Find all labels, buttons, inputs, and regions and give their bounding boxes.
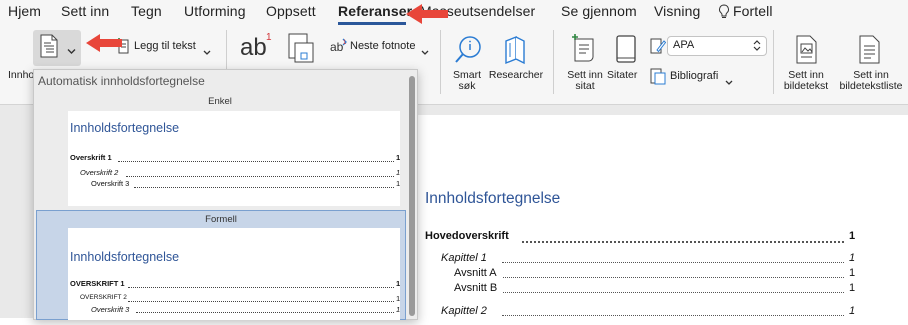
preview-line: OVERSKRIFT 2 — [80, 294, 127, 301]
toc-leader — [503, 292, 844, 293]
lightbulb-icon — [718, 4, 730, 25]
toc-page-number: 1 — [849, 267, 856, 279]
tab-view[interactable]: Visning — [654, 3, 700, 19]
ribbon-tab-bar: Hjem Sett inn Tegn Utforming Oppsett Ref… — [0, 0, 908, 26]
preview-page-number: 1 — [396, 279, 401, 288]
preview-leader — [118, 161, 394, 162]
toc-gallery-dropdown: Automatisk innholdsfortegnelse Enkel Inn… — [33, 69, 418, 320]
style-select[interactable]: APA — [667, 36, 767, 56]
preview-page-number: 1 — [396, 168, 401, 177]
ribbon-divider — [440, 30, 441, 94]
smart-search-label[interactable]: Smart søk — [450, 70, 484, 92]
gallery-scrollbar[interactable] — [408, 72, 416, 317]
toc-entry[interactable]: Avsnitt A — [454, 267, 497, 279]
preview-leader — [128, 287, 394, 288]
citations-button[interactable]: Sitater — [607, 70, 647, 81]
toc-entry[interactable]: Kapittel 2 — [441, 305, 487, 317]
toc-preview: Innholdsfortegnelse Overskrift 1 1 Overs… — [68, 111, 400, 206]
preview-page-number: 1 — [396, 294, 401, 303]
preview-line: Overskrift 1 — [70, 153, 112, 162]
toc-entry[interactable]: Hovedoverskrift — [425, 230, 509, 242]
footnote-icon: ab — [240, 34, 267, 61]
chevron-down-icon[interactable] — [67, 42, 76, 60]
gallery-section-header: Automatisk innholdsfortegnelse — [38, 74, 205, 88]
bibliography-button[interactable]: Bibliografi — [670, 70, 718, 82]
preview-line: OVERSKRIFT 1 — [70, 279, 125, 288]
insert-footnote-button[interactable]: ab 1 — [238, 32, 276, 64]
citations-book-icon[interactable] — [614, 34, 638, 69]
bibliography-icon — [650, 67, 666, 90]
tab-draw[interactable]: Tegn — [131, 3, 162, 19]
preview-leader — [134, 187, 394, 188]
insert-citation-icon[interactable] — [570, 33, 600, 70]
next-footnote-button[interactable]: Neste fotnote — [350, 40, 415, 52]
ribbon-divider — [773, 30, 774, 94]
style-pen-icon — [650, 37, 667, 60]
chevron-down-icon[interactable] — [725, 73, 733, 91]
document-toc-title: Innholdsfortegnelse — [425, 190, 561, 207]
toc-preview: Innholdsfortegnelse OVERSKRIFT 1 1 OVERS… — [68, 228, 400, 320]
tab-design[interactable]: Utforming — [184, 3, 246, 19]
researcher-button[interactable]: Researcher — [488, 70, 544, 81]
endnote-icon[interactable] — [288, 33, 314, 68]
insert-table-of-figures-label[interactable]: Sett inn bildetekstliste — [836, 70, 906, 92]
scrollbar-thumb[interactable] — [409, 76, 415, 316]
toc-leader — [522, 241, 844, 243]
tab-references[interactable]: Referanser — [338, 3, 412, 19]
svg-text:1: 1 — [343, 40, 347, 46]
preview-leader — [128, 301, 394, 302]
insert-table-of-figures-icon[interactable] — [858, 35, 882, 70]
preview-page-number: 1 — [396, 305, 401, 314]
chevron-down-icon[interactable] — [203, 43, 211, 61]
toc-page-number: 1 — [849, 282, 856, 294]
toc-entry[interactable]: Kapittel 1 — [441, 252, 487, 264]
preview-line: Overskrift 3 — [91, 179, 130, 188]
style-value: APA — [673, 39, 695, 51]
gallery-item-simple[interactable]: Enkel Innholdsfortegnelse Overskrift 1 1… — [36, 94, 404, 206]
active-tab-underline — [338, 22, 406, 25]
preview-page-number: 1 — [396, 153, 401, 162]
ribbon-divider — [553, 30, 554, 94]
toc-leader — [502, 262, 844, 263]
toc-page-number: 1 — [849, 252, 856, 264]
smart-search-icon[interactable] — [454, 35, 482, 70]
gallery-item-title: Enkel — [208, 96, 232, 107]
researcher-icon[interactable] — [500, 35, 530, 70]
annotation-arrow-icon — [406, 4, 448, 24]
toc-page-number: 1 — [849, 305, 856, 317]
tab-tell-me[interactable]: Fortell — [733, 3, 773, 19]
preview-page-number: 1 — [396, 179, 401, 188]
toc-leader — [503, 277, 844, 278]
insert-caption-label[interactable]: Sett inn bildetekst — [779, 70, 833, 92]
toc-leader — [502, 315, 844, 316]
gallery-item-formal[interactable]: Formell Innholdsfortegnelse OVERSKRIFT 1… — [36, 210, 406, 320]
insert-citation-label[interactable]: Sett inn sitat — [563, 70, 607, 92]
preview-line: Overskrift 2 — [80, 168, 119, 177]
tab-home[interactable]: Hjem — [8, 3, 41, 19]
toc-page-number: 1 — [849, 230, 856, 242]
preview-line: Overskrift 3 — [91, 305, 130, 314]
annotation-arrow-icon — [86, 34, 122, 52]
toc-button-label: Innho — [8, 69, 35, 81]
table-of-contents-button[interactable] — [33, 30, 81, 66]
gallery-item-title: Formell — [205, 214, 237, 225]
next-footnote-icon: ab 1 — [330, 38, 348, 59]
chevron-down-icon[interactable] — [421, 43, 429, 61]
tab-layout[interactable]: Oppsett — [266, 3, 316, 19]
preview-title: Innholdsfortegnelse — [70, 250, 180, 264]
preview-title: Innholdsfortegnelse — [70, 121, 180, 135]
tab-insert[interactable]: Sett inn — [61, 3, 109, 19]
svg-text:ab: ab — [330, 40, 344, 54]
preview-leader — [126, 176, 394, 177]
footnote-superscript: 1 — [266, 32, 272, 43]
add-text-button[interactable]: Legg til tekst — [134, 40, 196, 52]
document-toc-icon — [40, 34, 58, 63]
preview-leader — [136, 312, 394, 313]
toc-entry[interactable]: Avsnitt B — [454, 282, 497, 294]
up-down-chevron-icon — [753, 39, 761, 57]
tab-review[interactable]: Se gjennom — [561, 3, 637, 19]
insert-caption-icon[interactable] — [795, 35, 819, 70]
